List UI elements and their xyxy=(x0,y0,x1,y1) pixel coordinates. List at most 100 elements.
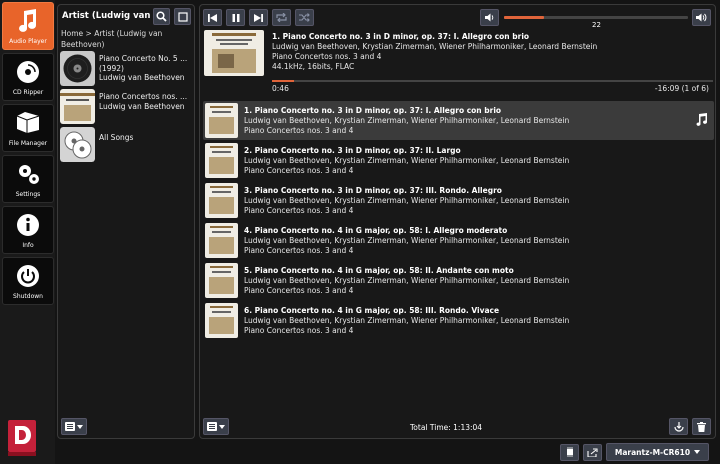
gears-icon xyxy=(19,165,39,184)
queue-track-album: Piano Concertos nos. 3 and 4 xyxy=(244,245,354,255)
now-playing-album: Piano Concertos nos. 3 and 4 xyxy=(272,52,382,61)
album-cover-icon xyxy=(60,89,95,124)
disc-icon xyxy=(17,61,39,83)
nav-cd-ripper[interactable]: CD Ripper xyxy=(2,53,54,101)
chevron-down-icon xyxy=(219,424,225,429)
save-playlist-button[interactable] xyxy=(669,418,688,435)
folder-icon xyxy=(16,112,40,133)
browse-item-title: All Songs xyxy=(99,133,134,142)
nav-settings[interactable]: Settings xyxy=(2,155,54,203)
queue-track-artists: Ludwig van Beethoven, Krystian Zimerman,… xyxy=(244,115,570,125)
browse-item-year: (1992) xyxy=(99,63,124,73)
browse-header: Artist (Ludwig van xyxy=(58,5,194,27)
queue-album-art xyxy=(205,143,238,178)
volume-down-button[interactable] xyxy=(480,9,499,26)
track-progress-fill xyxy=(272,80,295,82)
volume-slider[interactable] xyxy=(504,16,688,19)
hardware-button[interactable] xyxy=(560,443,579,461)
volume-control: 22 xyxy=(480,9,712,29)
queue-list: 1. Piano Concerto no. 3 in D minor, op. … xyxy=(203,101,714,341)
queue-album-art xyxy=(205,103,238,138)
queue-track-title: 6. Piano Concerto no. 4 in G major, op. … xyxy=(244,305,500,315)
remaining-time: -16:09 (1 of 6) xyxy=(654,84,709,93)
now-playing-format: 44.1kHz, 16bits, FLAC xyxy=(272,62,355,71)
queue-album-art xyxy=(205,263,238,298)
queue-track-artists: Ludwig van Beethoven, Krystian Zimerman,… xyxy=(244,315,570,325)
queue-view-mode-button[interactable] xyxy=(203,418,229,435)
pause-icon xyxy=(232,13,239,22)
queue-track-artists: Ludwig van Beethoven, Krystian Zimerman,… xyxy=(244,195,570,205)
nav-file-manager[interactable]: File Manager xyxy=(2,104,54,152)
skip-back-icon xyxy=(208,13,217,22)
volume-up-button[interactable] xyxy=(692,9,711,26)
queue-track-artists: Ludwig van Beethoven, Krystian Zimerman,… xyxy=(244,155,570,165)
now-playing-note-icon xyxy=(696,113,708,126)
queue-track-artists: Ludwig van Beethoven, Krystian Zimerman,… xyxy=(244,235,570,245)
next-button[interactable] xyxy=(249,9,268,26)
queue-track-album: Piano Concertos nos. 3 and 4 xyxy=(244,325,354,335)
device-name: Marantz-M-CR610 xyxy=(614,447,691,457)
chevron-down-icon xyxy=(77,424,83,429)
nav-label: Info xyxy=(22,242,34,249)
skip-forward-icon xyxy=(254,13,263,22)
list-view-icon xyxy=(207,422,217,431)
browse-list: Piano Concerto No. 5 ... (1992) Ludwig v… xyxy=(58,51,194,164)
queue-row[interactable]: 4. Piano Concerto no. 4 in G major, op. … xyxy=(203,221,714,260)
chevron-down-icon xyxy=(694,450,701,454)
queue-row[interactable]: 1. Piano Concerto no. 3 in D minor, op. … xyxy=(203,101,714,140)
export-button[interactable] xyxy=(583,443,602,461)
browse-item-album-1[interactable]: Piano Concerto No. 5 ... (1992) Ludwig v… xyxy=(60,51,192,88)
repeat-button[interactable] xyxy=(272,9,291,26)
queue-track-artists: Ludwig van Beethoven, Krystian Zimerman,… xyxy=(244,275,570,285)
browse-item-title: Piano Concerto No. 5 ... xyxy=(99,54,188,63)
pause-button[interactable] xyxy=(226,9,245,26)
left-nav: Audio Player CD Ripper File Manager Sett… xyxy=(0,0,55,464)
shuffle-icon xyxy=(299,13,310,22)
breadcrumb[interactable]: Home > Artist (Ludwig van Beethoven) xyxy=(58,27,194,51)
now-playing-album-art xyxy=(204,30,264,76)
save-icon xyxy=(673,421,684,432)
search-button[interactable] xyxy=(153,8,170,25)
browse-panel: Artist (Ludwig van Home > Artist (Ludwig… xyxy=(57,4,195,439)
power-icon xyxy=(17,265,39,287)
now-playing: 1. Piano Concerto no. 3 in D minor, op. … xyxy=(204,30,713,93)
queue-track-title: 3. Piano Concerto no. 3 in D minor, op. … xyxy=(244,185,502,195)
browse-item-album-2[interactable]: Piano Concertos nos. ... Ludwig van Beet… xyxy=(60,89,192,126)
square-icon xyxy=(177,11,188,22)
queue-row[interactable]: 2. Piano Concerto no. 3 in D minor, op. … xyxy=(203,141,714,180)
select-button[interactable] xyxy=(174,8,191,25)
queue-track-album: Piano Concertos nos. 3 and 4 xyxy=(244,125,354,135)
queue-track-album: Piano Concertos nos. 3 and 4 xyxy=(244,165,354,175)
queue-track-title: 1. Piano Concerto no. 3 in D minor, op. … xyxy=(244,105,502,115)
trash-icon xyxy=(697,421,706,432)
queue-track-title: 5. Piano Concerto no. 4 in G major, op. … xyxy=(244,265,514,275)
view-mode-button[interactable] xyxy=(61,418,87,435)
nav-shutdown[interactable]: Shutdown xyxy=(2,257,54,305)
nav-audio-player[interactable]: Audio Player xyxy=(2,2,54,50)
info-icon xyxy=(17,214,39,236)
export-icon xyxy=(587,447,598,457)
device-selector[interactable]: Marantz-M-CR610 xyxy=(606,443,709,461)
nav-info[interactable]: Info xyxy=(2,206,54,254)
list-view-icon xyxy=(65,422,75,431)
volume-value: 22 xyxy=(592,21,601,29)
chip-icon xyxy=(566,447,573,457)
queue-album-art xyxy=(205,223,238,258)
clear-queue-button[interactable] xyxy=(692,418,711,435)
search-icon xyxy=(156,11,167,22)
total-time: Total Time: 1:13:04 xyxy=(410,423,483,432)
volume-low-icon xyxy=(484,13,493,22)
music-note-icon xyxy=(19,9,37,32)
queue-album-art xyxy=(205,303,238,338)
brand-logo-icon xyxy=(8,420,36,456)
browse-item-all-songs[interactable]: All Songs xyxy=(60,127,192,164)
queue-row[interactable]: 5. Piano Concerto no. 4 in G major, op. … xyxy=(203,261,714,300)
nav-label: CD Ripper xyxy=(12,89,44,96)
queue-row[interactable]: 3. Piano Concerto no. 3 in D minor, op. … xyxy=(203,181,714,220)
shuffle-button[interactable] xyxy=(295,9,314,26)
queue-row[interactable]: 6. Piano Concerto no. 4 in G major, op. … xyxy=(203,301,714,340)
previous-button[interactable] xyxy=(203,9,222,26)
track-progress-bar[interactable] xyxy=(272,80,713,82)
browse-item-artist: Ludwig van Beethoven xyxy=(99,101,185,111)
queue-track-album: Piano Concertos nos. 3 and 4 xyxy=(244,205,354,215)
